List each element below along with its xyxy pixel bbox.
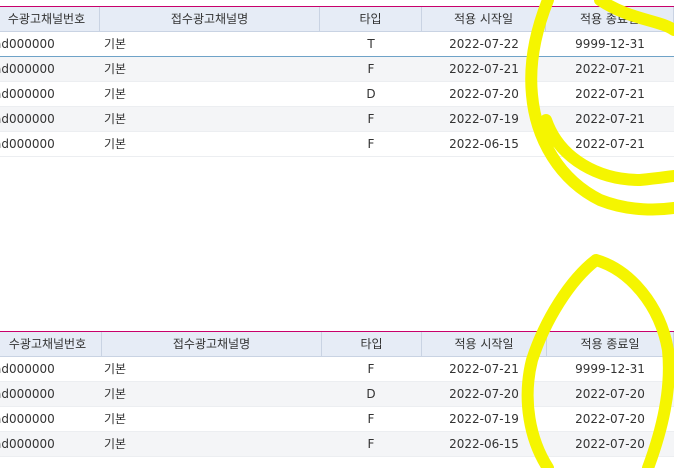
table-row[interactable]: ad000000 기본 F 2022-06-15 2022-07-21	[0, 132, 674, 157]
screenshot-canvas: 수광고채널번호 접수광고채널명 타입 적용 시작일 적용 종료일 ad00000…	[0, 0, 674, 468]
cell-start-date: 2022-06-15	[449, 437, 519, 451]
cell-start-date: 2022-07-19	[449, 412, 519, 426]
cell-channel-name: 기본	[104, 437, 127, 451]
header-channel-code[interactable]: 수광고채널번호	[0, 332, 102, 356]
header-channel-name[interactable]: 접수광고채널명	[100, 7, 320, 31]
bottom-grid: 수광고채널번호 접수광고채널명 타입 적용 시작일 적용 종료일 ad00000…	[0, 331, 674, 457]
cell-end-date: 2022-07-21	[575, 87, 645, 101]
cell-end-date: 2022-07-20	[575, 412, 645, 426]
cell-type: D	[366, 87, 376, 101]
top-grid: 수광고채널번호 접수광고채널명 타입 적용 시작일 적용 종료일 ad00000…	[0, 6, 674, 157]
cell-start-date: 2022-07-21	[449, 362, 519, 376]
cell-channel-code: ad000000	[0, 87, 55, 101]
header-channel-code[interactable]: 수광고채널번호	[0, 7, 100, 31]
cell-channel-code: ad000000	[0, 362, 55, 376]
cell-channel-name: 기본	[104, 137, 127, 151]
cell-end-date: 2022-07-20	[575, 387, 645, 401]
cell-end-date: 2022-07-21	[575, 62, 645, 76]
table-row[interactable]: ad000000 기본 D 2022-07-20 2022-07-21	[0, 82, 674, 107]
table-row[interactable]: ad000000 기본 F 2022-07-19 2022-07-20	[0, 407, 674, 432]
cell-channel-code: ad000000	[0, 112, 55, 126]
table-row[interactable]: ad000000 기본 F 2022-07-21 9999-12-31	[0, 357, 674, 382]
top-grid-header: 수광고채널번호 접수광고채널명 타입 적용 시작일 적용 종료일	[0, 7, 674, 32]
table-row[interactable]: ad000000 기본 D 2022-07-20 2022-07-20	[0, 382, 674, 407]
cell-start-date: 2022-07-20	[449, 87, 519, 101]
table-row[interactable]: ad000000 기본 F 2022-07-21 2022-07-21	[0, 57, 674, 82]
cell-channel-code: ad000000	[0, 412, 55, 426]
cell-channel-code: ad000000	[0, 37, 55, 51]
cell-start-date: 2022-07-21	[449, 62, 519, 76]
header-start-date[interactable]: 적용 시작일	[422, 332, 547, 356]
cell-type: F	[367, 412, 375, 426]
header-channel-name[interactable]: 접수광고채널명	[102, 332, 322, 356]
header-start-date[interactable]: 적용 시작일	[422, 7, 546, 31]
cell-channel-name: 기본	[104, 112, 127, 126]
cell-channel-code: ad000000	[0, 437, 55, 451]
table-row[interactable]: ad000000 기본 F 2022-07-19 2022-07-21	[0, 107, 674, 132]
cell-type: F	[367, 437, 375, 451]
cell-type: T	[367, 37, 375, 51]
cell-type: F	[367, 362, 375, 376]
cell-start-date: 2022-07-19	[449, 112, 519, 126]
cell-start-date: 2022-07-20	[449, 387, 519, 401]
cell-channel-name: 기본	[104, 87, 127, 101]
cell-type: D	[366, 387, 376, 401]
cell-type: F	[367, 112, 375, 126]
cell-channel-code: ad000000	[0, 387, 55, 401]
cell-type: F	[367, 62, 375, 76]
cell-end-date: 2022-07-20	[575, 437, 645, 451]
cell-channel-name: 기본	[104, 362, 127, 376]
cell-start-date: 2022-06-15	[449, 137, 519, 151]
cell-end-date: 9999-12-31	[575, 37, 645, 51]
header-end-date[interactable]: 적용 종료일	[547, 332, 674, 356]
cell-end-date: 2022-07-21	[575, 137, 645, 151]
cell-channel-name: 기본	[104, 62, 127, 76]
cell-start-date: 2022-07-22	[449, 37, 519, 51]
cell-channel-code: ad000000	[0, 137, 55, 151]
cell-channel-code: ad000000	[0, 62, 55, 76]
bottom-grid-header: 수광고채널번호 접수광고채널명 타입 적용 시작일 적용 종료일	[0, 332, 674, 357]
table-row[interactable]: ad000000 기본 T 2022-07-22 9999-12-31	[0, 32, 674, 57]
table-row[interactable]: ad000000 기본 F 2022-06-15 2022-07-20	[0, 432, 674, 457]
header-end-date[interactable]: 적용 종료일	[546, 7, 674, 31]
cell-type: F	[367, 137, 375, 151]
cell-channel-name: 기본	[104, 37, 127, 51]
header-type[interactable]: 타입	[320, 7, 422, 31]
cell-end-date: 2022-07-21	[575, 112, 645, 126]
header-type[interactable]: 타입	[322, 332, 422, 356]
cell-end-date: 9999-12-31	[575, 362, 645, 376]
cell-channel-name: 기본	[104, 412, 127, 426]
cell-channel-name: 기본	[104, 387, 127, 401]
